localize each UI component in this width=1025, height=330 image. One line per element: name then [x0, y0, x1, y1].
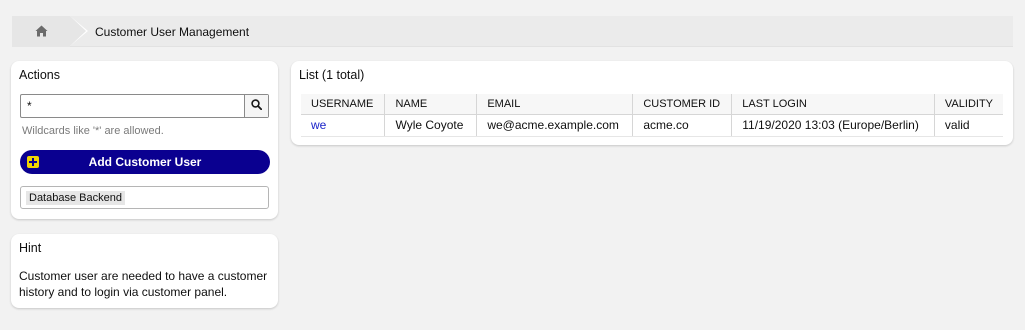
- list-panel: List (1 total) USERNAME NAME EMAIL CUSTO…: [291, 61, 1013, 145]
- cell-validity: valid: [933, 114, 1003, 137]
- actions-title: Actions: [19, 68, 60, 82]
- wildcard-hint: Wildcards like '*' are allowed.: [22, 125, 164, 137]
- actions-panel: Actions Wildcards like '*' are allowed. …: [11, 61, 278, 219]
- search-icon: [251, 99, 263, 113]
- cell-customer-id: acme.co: [632, 114, 732, 137]
- breadcrumb-separator-fill: [70, 16, 86, 46]
- column-header-email[interactable]: EMAIL: [476, 94, 633, 115]
- column-header-username[interactable]: USERNAME: [301, 94, 385, 115]
- breadcrumb-home[interactable]: [12, 16, 70, 47]
- cell-email: we@acme.example.com: [476, 114, 633, 137]
- hint-panel: Hint Customer user are needed to have a …: [11, 234, 278, 308]
- customer-user-table: USERNAME NAME EMAIL CUSTOMER ID LAST LOG…: [301, 94, 1003, 137]
- backend-select[interactable]: Database Backend: [20, 186, 269, 209]
- add-customer-user-label: Add Customer User: [88, 155, 202, 169]
- column-header-customer-id[interactable]: CUSTOMER ID: [632, 94, 732, 115]
- username-link[interactable]: we: [311, 118, 326, 132]
- column-header-last-login[interactable]: LAST LOGIN: [731, 94, 935, 115]
- home-icon[interactable]: [35, 25, 48, 40]
- table-header-row: USERNAME NAME EMAIL CUSTOMER ID LAST LOG…: [301, 94, 1003, 115]
- column-header-validity[interactable]: VALIDITY: [933, 94, 1003, 115]
- hint-text: Customer user are needed to have a custo…: [19, 269, 268, 299]
- add-customer-user-button[interactable]: Add Customer User: [20, 150, 270, 174]
- hint-title: Hint: [19, 241, 42, 255]
- search-input[interactable]: [21, 95, 243, 117]
- column-header-name[interactable]: NAME: [384, 94, 477, 115]
- cell-last-login: 11/19/2020 13:03 (Europe/Berlin): [731, 114, 935, 137]
- table-row[interactable]: we Wyle Coyote we@acme.example.com acme.…: [301, 114, 1003, 137]
- cell-username: we: [301, 114, 385, 137]
- search-button[interactable]: [244, 95, 268, 117]
- cell-name: Wyle Coyote: [384, 114, 477, 137]
- breadcrumb: Customer User Management: [12, 16, 1013, 47]
- search-box: [20, 94, 269, 118]
- page-title: Customer User Management: [95, 25, 250, 39]
- list-title: List (1 total): [299, 68, 365, 82]
- backend-selected-tag[interactable]: Database Backend: [26, 191, 125, 205]
